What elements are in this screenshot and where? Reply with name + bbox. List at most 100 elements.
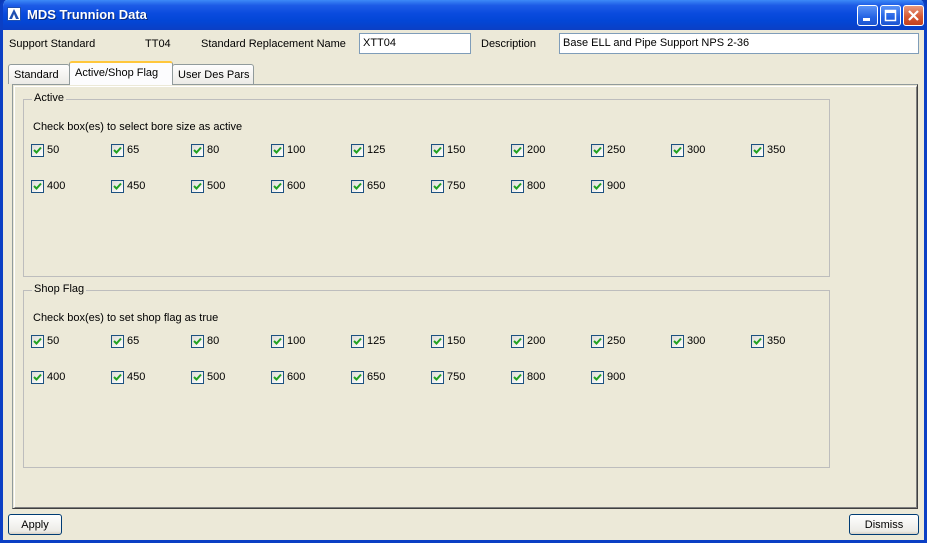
- checkbox-box[interactable]: [511, 371, 524, 384]
- checkbox-box[interactable]: [31, 371, 44, 384]
- checkbox-label: 100: [287, 144, 306, 156]
- checkmark-icon: [593, 182, 602, 190]
- checkbox-label: 350: [767, 144, 786, 156]
- checkbox-label: 250: [607, 335, 626, 347]
- checkbox-box[interactable]: [191, 144, 204, 157]
- checkbox-box[interactable]: [511, 335, 524, 348]
- minimize-button[interactable]: [857, 5, 878, 26]
- checkbox-box[interactable]: [31, 335, 44, 348]
- checkbox-box[interactable]: [431, 144, 444, 157]
- checkmark-icon: [353, 337, 362, 345]
- checkbox-label: 300: [687, 144, 706, 156]
- checkbox-label: 125: [367, 144, 386, 156]
- checkmark-icon: [33, 146, 42, 154]
- checkbox-box[interactable]: [591, 335, 604, 348]
- apply-button[interactable]: Apply: [8, 514, 62, 535]
- checkbox-label: 65: [127, 335, 140, 347]
- mds-trunnion-window: MDS Trunnion Data Support Standard TT04 …: [0, 0, 927, 543]
- checkbox-label: 350: [767, 335, 786, 347]
- checkbox-box[interactable]: [31, 180, 44, 193]
- checkbox-box[interactable]: [431, 335, 444, 348]
- checkbox-box[interactable]: [271, 335, 284, 348]
- checkbox-box[interactable]: [511, 180, 524, 193]
- checkbox-box[interactable]: [591, 144, 604, 157]
- checkmark-icon: [353, 146, 362, 154]
- checkmark-icon: [273, 182, 282, 190]
- checkbox-label: 450: [127, 371, 146, 383]
- checkmark-icon: [433, 337, 442, 345]
- checkbox-box[interactable]: [351, 371, 364, 384]
- replacement-name-input[interactable]: XTT04: [359, 33, 471, 54]
- checkbox-box[interactable]: [191, 335, 204, 348]
- checkmark-icon: [433, 182, 442, 190]
- checkbox-box[interactable]: [591, 371, 604, 384]
- tab-user-des-pars[interactable]: User Des Pars: [172, 64, 254, 84]
- tab-standard[interactable]: Standard: [8, 64, 70, 84]
- checkbox-label: 80: [207, 144, 220, 156]
- tab-active-shop-flag[interactable]: Active/Shop Flag: [69, 61, 173, 85]
- checkbox-box[interactable]: [271, 144, 284, 157]
- checkbox-box[interactable]: [351, 335, 364, 348]
- checkmark-icon: [353, 373, 362, 381]
- description-input[interactable]: Base ELL and Pipe Support NPS 2-36: [559, 33, 919, 54]
- checkbox-box[interactable]: [191, 180, 204, 193]
- checkbox-box[interactable]: [111, 144, 124, 157]
- replacement-name-label: Standard Replacement Name: [201, 38, 346, 50]
- checkbox-box[interactable]: [111, 335, 124, 348]
- checkbox-box[interactable]: [431, 180, 444, 193]
- checkbox-box[interactable]: [111, 180, 124, 193]
- checkbox-label: 125: [367, 335, 386, 347]
- checkbox-label: 400: [47, 180, 66, 192]
- checkbox-label: 750: [447, 180, 466, 192]
- support-standard-label: Support Standard: [9, 38, 96, 50]
- checkbox-box[interactable]: [191, 371, 204, 384]
- checkbox-label: 900: [607, 180, 626, 192]
- checkmark-icon: [353, 182, 362, 190]
- checkbox-label: 50: [47, 335, 60, 347]
- checkbox-box[interactable]: [671, 144, 684, 157]
- checkmark-icon: [673, 337, 682, 345]
- checkmark-icon: [193, 337, 202, 345]
- active-groupbox: Active Check box(es) to select bore size…: [23, 92, 830, 277]
- checkbox-label: 800: [527, 180, 546, 192]
- shop-flag-groupbox: Shop Flag Check box(es) to set shop flag…: [23, 283, 830, 468]
- checkbox-box[interactable]: [271, 371, 284, 384]
- checkmark-icon: [193, 146, 202, 154]
- checkbox-label: 80: [207, 335, 220, 347]
- checkmark-icon: [593, 146, 602, 154]
- checkbox-label: 100: [287, 335, 306, 347]
- checkmark-icon: [513, 146, 522, 154]
- checkmark-icon: [753, 146, 762, 154]
- checkbox-box[interactable]: [751, 335, 764, 348]
- checkbox-label: 150: [447, 335, 466, 347]
- checkbox-box[interactable]: [751, 144, 764, 157]
- close-icon: [908, 10, 919, 21]
- checkbox-box[interactable]: [671, 335, 684, 348]
- maximize-button[interactable]: [880, 5, 901, 26]
- description-label: Description: [481, 38, 537, 50]
- checkmark-icon: [33, 337, 42, 345]
- checkmark-icon: [193, 182, 202, 190]
- checkbox-box[interactable]: [271, 180, 284, 193]
- checkbox-box[interactable]: [431, 371, 444, 384]
- checkmark-icon: [273, 146, 282, 154]
- checkmark-icon: [113, 373, 122, 381]
- close-button[interactable]: [903, 5, 924, 26]
- checkbox-box[interactable]: [31, 144, 44, 157]
- title-bar[interactable]: MDS Trunnion Data: [3, 0, 924, 30]
- checkmark-icon: [33, 182, 42, 190]
- app-icon: [7, 7, 21, 21]
- checkbox-box[interactable]: [511, 144, 524, 157]
- checkbox-box[interactable]: [351, 144, 364, 157]
- dismiss-button[interactable]: Dismiss: [849, 514, 919, 535]
- checkbox-label: 250: [607, 144, 626, 156]
- checkbox-label: 800: [527, 371, 546, 383]
- checkbox-box[interactable]: [591, 180, 604, 193]
- checkbox-box[interactable]: [351, 180, 364, 193]
- checkbox-label: 500: [207, 371, 226, 383]
- checkbox-box[interactable]: [111, 371, 124, 384]
- checkbox-label: 300: [687, 335, 706, 347]
- checkbox-label: 65: [127, 144, 140, 156]
- checkmark-icon: [433, 373, 442, 381]
- checkmark-icon: [113, 146, 122, 154]
